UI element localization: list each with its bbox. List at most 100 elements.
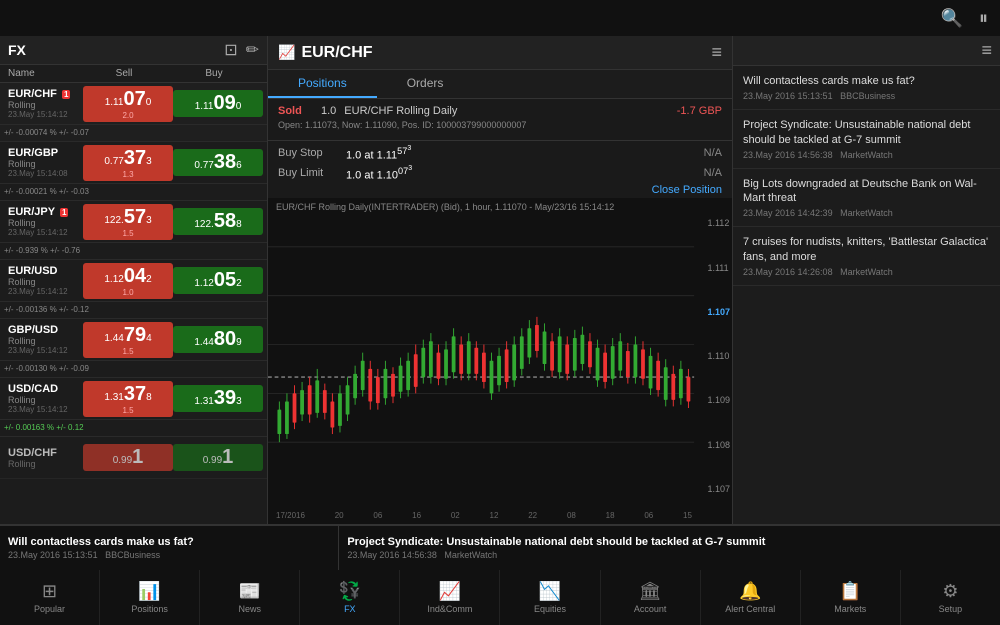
- sell-price-usdcad[interactable]: 1.31 37 8 1.5: [83, 381, 173, 417]
- col-buy: Buy: [169, 68, 259, 79]
- buy-stop-na: N/A: [704, 147, 722, 159]
- nav-alertcentral[interactable]: 🔔 Alert Central: [701, 570, 801, 625]
- middle-panel: 📈 EUR/CHF ≡ Positions Orders Sold 1.0 EU…: [268, 36, 732, 524]
- right-news-panel: ≡ Will contactless cards make us fat? 23…: [732, 36, 1000, 524]
- price-scale: 1.112 1.111 1.107 1.110 1.109 1.108 1.10…: [707, 218, 730, 494]
- trade-pnl: -1.7 GBP: [677, 105, 722, 117]
- top-bar: 🔍 ⏸: [0, 0, 1000, 36]
- nav-popular[interactable]: ⊞ Popular: [0, 570, 100, 625]
- buy-price-eurjpy[interactable]: 122. 58 8: [173, 208, 263, 235]
- chart-area: EUR/CHF Rolling Daily(INTERTRADER) (Bid)…: [268, 198, 732, 524]
- fx-spread-gbpusd: +/- -0.00130 % +/- -0.09: [0, 361, 267, 378]
- account-icon: 🏛: [639, 581, 662, 602]
- close-position-button[interactable]: Close Position: [652, 184, 722, 196]
- buy-stop-label: Buy Stop: [278, 147, 338, 159]
- main-container: FX ⊡ ✏ Name Sell Buy EUR/CHF 1 Rolling 2…: [0, 36, 1000, 524]
- nav-news[interactable]: 📰 News: [200, 570, 300, 625]
- popular-label: Popular: [34, 604, 65, 614]
- expand-icon[interactable]: ⊡: [224, 40, 237, 60]
- chart-info-label: EUR/CHF Rolling Daily(INTERTRADER) (Bid)…: [276, 202, 614, 212]
- tab-positions[interactable]: Positions: [268, 70, 377, 98]
- nav-indcomm[interactable]: 📈 Ind&Comm: [400, 570, 500, 625]
- news-item-1[interactable]: Will contactless cards make us fat? 23.M…: [733, 66, 1000, 110]
- news-item-3[interactable]: Big Lots downgraded at Deutsche Bank on …: [733, 169, 1000, 228]
- trade-sub-info: Open: 1.11073, Now: 1.11090, Pos. ID: 10…: [278, 120, 722, 130]
- fx-spread-usdcad: +/- 0.00163 % +/- 0.12: [0, 420, 267, 437]
- search-icon[interactable]: 🔍: [941, 8, 963, 29]
- buy-price-eurchf[interactable]: 1.11 09 0: [173, 90, 263, 117]
- sell-price-eurjpy[interactable]: 122. 57 3 1.5: [83, 204, 173, 240]
- news-icon: 📰: [239, 581, 261, 602]
- fx-title: FX: [8, 42, 26, 58]
- sell-price-gbpusd[interactable]: 1.44 79 4 1.5: [83, 322, 173, 358]
- buy-price-eurgbp[interactable]: 0.77 38 6: [173, 149, 263, 176]
- nav-fx[interactable]: 💱 FX: [300, 570, 400, 625]
- fx-panel-header: FX ⊡ ✏: [0, 36, 267, 65]
- buy-price-usdchf[interactable]: 0.99 1: [173, 444, 263, 471]
- fx-row-eurgbp[interactable]: EUR/GBP Rolling 23.May 15:14:08 0.77 37 …: [0, 142, 267, 184]
- pair-header: 📈 EUR/CHF ≡: [268, 36, 732, 70]
- bottom-news-1[interactable]: Will contactless cards make us fat? 23.M…: [0, 525, 339, 570]
- fx-row-usdchf[interactable]: USD/CHF Rolling 0.99 1 0.99 1: [0, 437, 267, 479]
- bottom-ticker: Will contactless cards make us fat? 23.M…: [0, 524, 1000, 569]
- buy-limit-price: 1.0 at 1.10073: [346, 165, 412, 182]
- tabs-bar: Positions Orders: [268, 70, 732, 99]
- fx-nav-label: FX: [344, 604, 356, 614]
- setup-label: Setup: [939, 604, 963, 614]
- nav-markets[interactable]: 📋 Markets: [801, 570, 901, 625]
- trade-direction: Sold: [278, 105, 313, 117]
- nav-account[interactable]: 🏛 Account: [601, 570, 701, 625]
- news-item-2[interactable]: Project Syndicate: Unsustainable nationa…: [733, 110, 1000, 169]
- trade-direction-row: Sold 1.0 EUR/CHF Rolling Daily -1.7 GBP: [278, 105, 722, 117]
- bottom-nav: ⊞ Popular 📊 Positions 📰 News 💱 FX 📈 Ind&…: [0, 569, 1000, 625]
- col-sell: Sell: [79, 68, 169, 79]
- fx-row-eurchf[interactable]: EUR/CHF 1 Rolling 23.May 15:14:12 1.11 0…: [0, 83, 267, 125]
- fx-icon: 💱: [339, 581, 361, 602]
- buy-price-usdcad[interactable]: 1.31 39 3: [173, 385, 263, 412]
- buy-price-eurusd[interactable]: 1.12 05 2: [173, 267, 263, 294]
- equities-icon: 📉: [539, 581, 561, 602]
- buy-price-gbpusd[interactable]: 1.44 80 9: [173, 326, 263, 353]
- alert-icon: 🔔: [739, 581, 761, 602]
- fx-spread-eurchf: +/- -0.00074 % +/- -0.07: [0, 125, 267, 142]
- sell-price-usdchf[interactable]: 0.99 1: [83, 444, 173, 471]
- positions-label: Positions: [131, 604, 168, 614]
- nav-setup[interactable]: ⚙ Setup: [901, 570, 1000, 625]
- account-label: Account: [634, 604, 667, 614]
- fx-row-eurjpy[interactable]: EUR/JPY 1 Rolling 23.May 15:14:12 122. 5…: [0, 201, 267, 243]
- markets-label: Markets: [834, 604, 866, 614]
- edit-icon[interactable]: ✏: [246, 40, 259, 60]
- fx-row-gbpusd[interactable]: GBP/USD Rolling 23.May 15:14:12 1.44 79 …: [0, 319, 267, 361]
- fx-column-headers: Name Sell Buy: [0, 65, 267, 83]
- buy-stop-price: 1.0 at 1.11573: [346, 145, 411, 162]
- tab-orders[interactable]: Orders: [377, 70, 474, 98]
- fx-header-icons: ⊡ ✏: [224, 40, 259, 60]
- col-name: Name: [8, 68, 79, 79]
- sell-price-eurgbp[interactable]: 0.77 37 3 1.3: [83, 145, 173, 181]
- right-menu-icon[interactable]: ≡: [981, 40, 992, 61]
- fx-spread-eurjpy: +/- -0.939 % +/- -0.76: [0, 243, 267, 260]
- bottom-news-2[interactable]: Project Syndicate: Unsustainable nationa…: [339, 525, 1000, 570]
- equities-label: Equities: [534, 604, 566, 614]
- news-label: News: [238, 604, 261, 614]
- nav-positions[interactable]: 📊 Positions: [100, 570, 200, 625]
- trade-info: Sold 1.0 EUR/CHF Rolling Daily -1.7 GBP …: [268, 99, 732, 141]
- close-position-container: Close Position: [278, 184, 722, 196]
- fx-row-usdcad[interactable]: USD/CAD Rolling 23.May 15:14:12 1.31 37 …: [0, 378, 267, 420]
- chart-icon: 📈: [278, 44, 295, 61]
- sell-price-eurusd[interactable]: 1.12 04 2 1.0: [83, 263, 173, 299]
- buy-limit-na: N/A: [704, 167, 722, 179]
- sell-price-eurchf[interactable]: 1.11 07 0 2.0: [83, 86, 173, 122]
- pair-title: EUR/CHF: [301, 44, 372, 62]
- candlestick-chart: [268, 198, 732, 524]
- setup-icon: ⚙: [942, 581, 958, 602]
- news-item-4[interactable]: 7 cruises for nudists, knitters, 'Battle…: [733, 227, 1000, 286]
- popular-icon: ⊞: [42, 581, 57, 602]
- positions-icon: 📊: [138, 581, 160, 602]
- alert-label: Alert Central: [725, 604, 775, 614]
- pause-icon[interactable]: ⏸: [979, 8, 988, 29]
- pair-menu-icon[interactable]: ≡: [711, 42, 722, 63]
- fx-row-eurusd[interactable]: EUR/USD Rolling 23.May 15:14:12 1.12 04 …: [0, 260, 267, 302]
- order-buystop-row: Buy Stop 1.0 at 1.11573 N/A Buy Limit 1.…: [268, 141, 732, 198]
- nav-equities[interactable]: 📉 Equities: [500, 570, 600, 625]
